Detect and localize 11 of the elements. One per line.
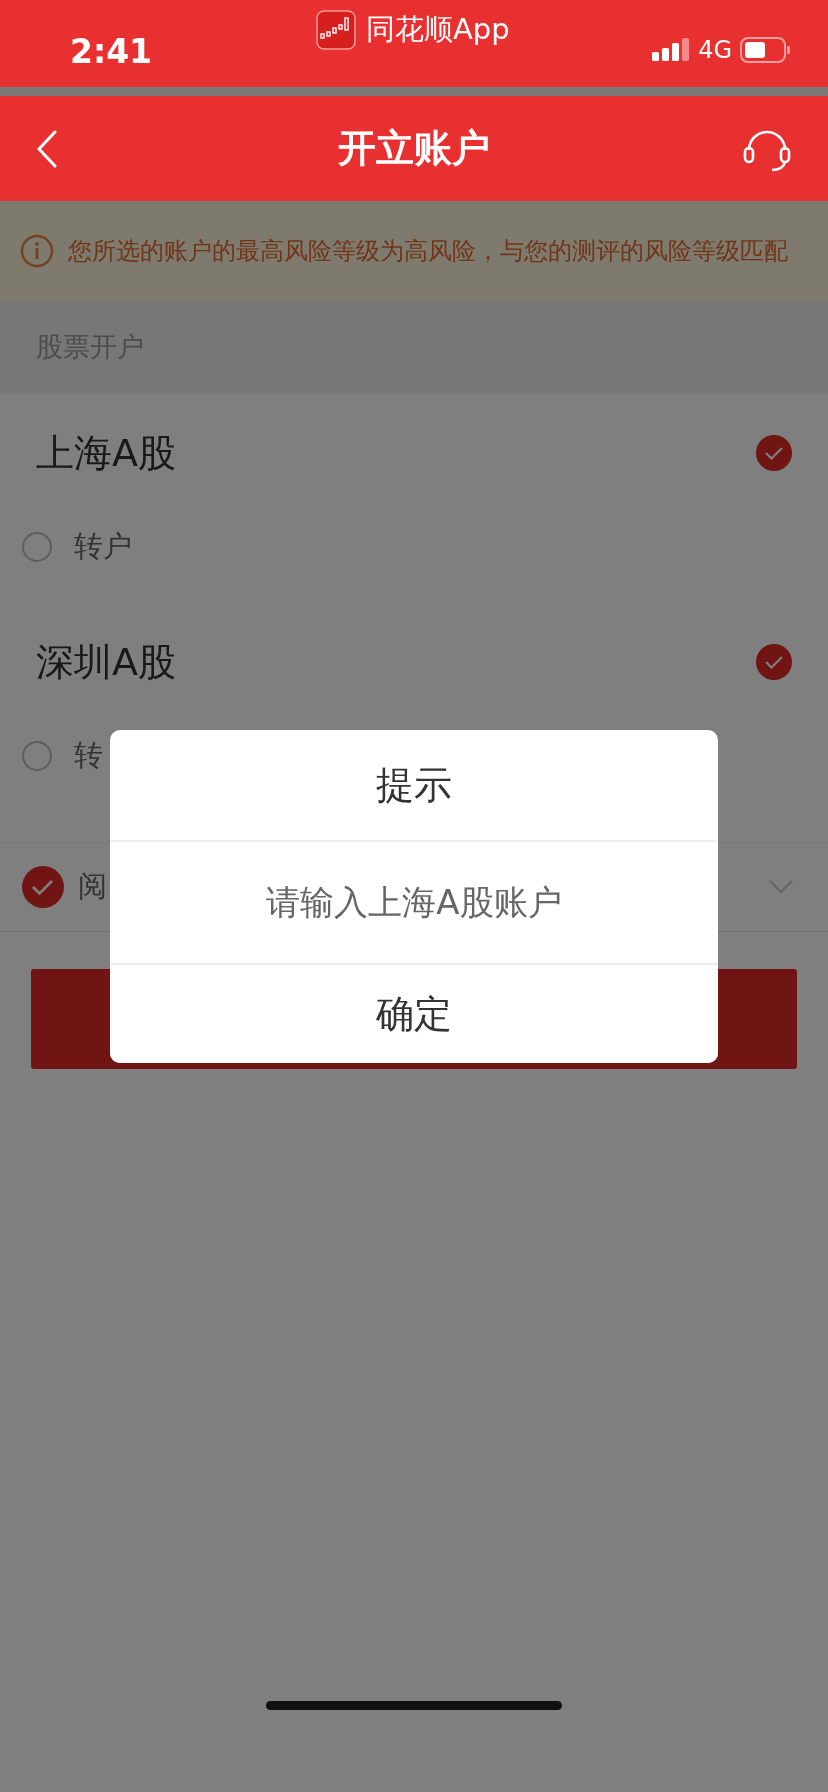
app-name: 同花顺App bbox=[366, 11, 510, 48]
page-title: 开立账户 bbox=[338, 125, 490, 172]
notice-text: 您所选的账户的最高风险等级为高风险，与您的测评的风险等级匹配 bbox=[68, 235, 788, 267]
dialog-title: 提示 bbox=[110, 730, 718, 842]
network-label: 4G bbox=[698, 35, 732, 64]
market-name: 上海A股 bbox=[36, 429, 176, 477]
market-name: 深圳A股 bbox=[36, 638, 176, 686]
transfer-label: 转户 bbox=[74, 528, 132, 565]
agreement-text: 阅 bbox=[78, 868, 107, 905]
status-time: 2:41 bbox=[70, 32, 153, 71]
transfer-label: 转 bbox=[74, 737, 103, 774]
